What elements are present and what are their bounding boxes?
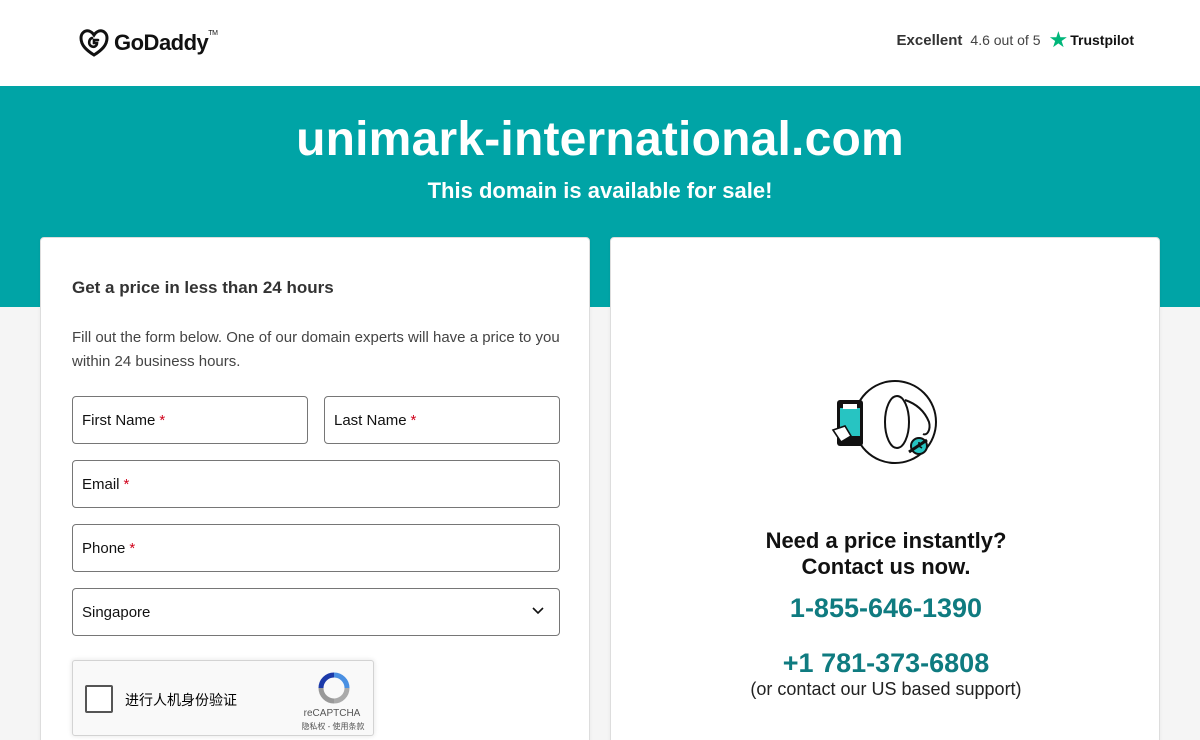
- phone-number-secondary[interactable]: +1 781-373-6808: [611, 648, 1161, 679]
- email-field[interactable]: Email *: [72, 460, 560, 508]
- domain-title: unimark-international.com: [296, 113, 904, 166]
- godaddy-logo-icon: [79, 29, 109, 57]
- recaptcha-checkbox[interactable]: [85, 685, 113, 713]
- recaptcha-label: 进行人机身份验证: [125, 692, 237, 708]
- brand-name: GoDaddyTM: [114, 30, 218, 55]
- recaptcha-widget: 进行人机身份验证 reCAPTCHA 隐私权 - 使用条款: [72, 660, 374, 736]
- first-name-field[interactable]: First Name *: [72, 396, 308, 444]
- sale-subtitle: This domain is available for sale!: [427, 178, 773, 203]
- country-select[interactable]: Singapore: [72, 588, 560, 636]
- phone-field[interactable]: Phone *: [72, 524, 560, 572]
- support-note: (or contact our US based support): [750, 679, 1022, 699]
- recaptcha-terms-link[interactable]: 隐私权 - 使用条款: [295, 721, 371, 732]
- country-value: Singapore: [82, 603, 151, 621]
- form-description: Fill out the form below. One of our doma…: [72, 329, 560, 370]
- rating-score: 4.6 out of 5: [970, 32, 1041, 48]
- recaptcha-icon: [318, 672, 350, 704]
- trustpilot-rating[interactable]: Excellent 4.6 out of 5 ★ Trustpilot: [896, 27, 1134, 52]
- recaptcha-brand: reCAPTCHA: [303, 708, 361, 719]
- form-title: Get a price in less than 24 hours: [72, 278, 334, 297]
- star-icon: ★: [1048, 27, 1069, 52]
- last-name-field[interactable]: Last Name *: [324, 396, 560, 444]
- instant-price-heading: Need a price instantly? Contact us now.: [765, 528, 1007, 579]
- godaddy-logo[interactable]: GoDaddyTM: [78, 28, 218, 58]
- chevron-down-icon: [532, 607, 544, 615]
- contact-card: Need a price instantly? Contact us now. …: [610, 237, 1160, 740]
- rating-word: Excellent: [896, 31, 963, 49]
- phone-clock-illustration: [831, 380, 937, 464]
- phone-number-primary[interactable]: 1-855-646-1390: [611, 593, 1161, 624]
- price-form-card: Get a price in less than 24 hours Fill o…: [40, 237, 590, 740]
- trustpilot-brand: ★ Trustpilot: [1048, 27, 1134, 52]
- top-bar: GoDaddyTM Excellent 4.6 out of 5 ★ Trust…: [0, 0, 1200, 86]
